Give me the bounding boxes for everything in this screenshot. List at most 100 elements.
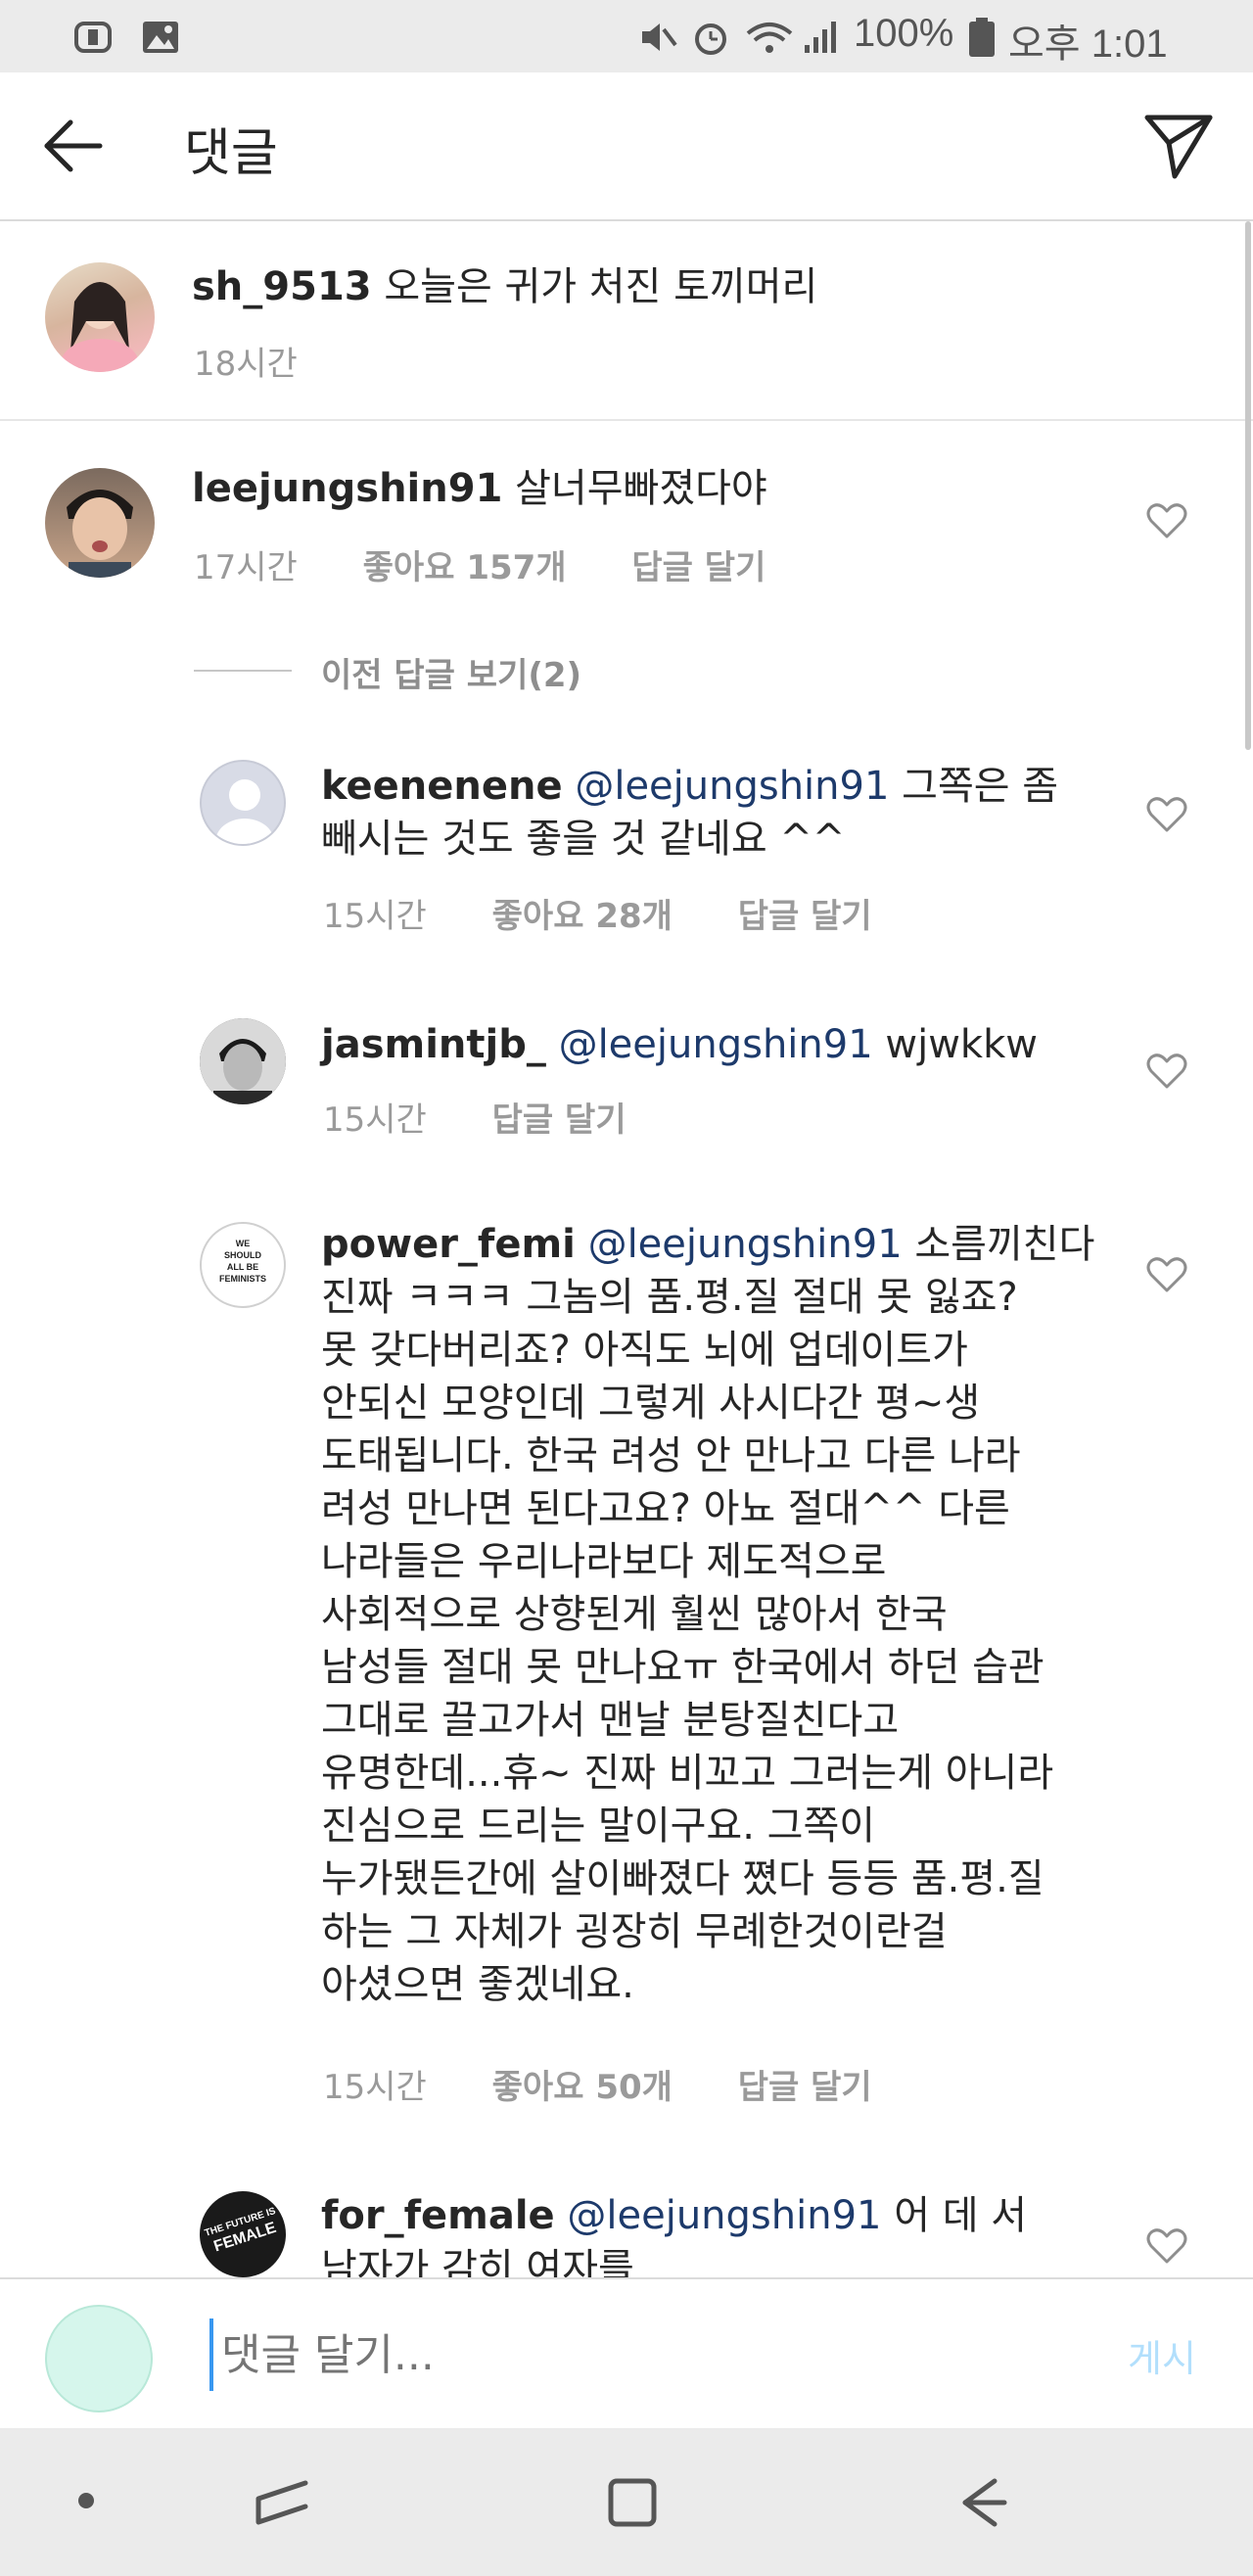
comment-time: 17시간: [194, 548, 298, 587]
dot-indicator-icon: [78, 2493, 94, 2508]
view-previous-replies[interactable]: 이전 답글 보기(2): [194, 648, 683, 697]
reply-text-line: 유명한데...휴~ 진짜 비꼬고 그러는게 아니라: [321, 1751, 1054, 1796]
caption-text-block: sh_9513 오늘은 귀가 처진 토끼머리: [192, 260, 1171, 313]
reply-text-block: jasmintjb_ @leejungshin91 wjwkkw: [321, 1018, 1124, 1071]
reply: THE FUTURE IS FEMALE for_female @leejung…: [0, 2174, 1253, 2277]
reply-text-line: 소름끼친다: [914, 1222, 1095, 1267]
heart-icon[interactable]: [1145, 793, 1188, 836]
mention-link[interactable]: @leejungshin91: [567, 2193, 881, 2238]
alarm-icon: [695, 23, 726, 55]
caption-meta: 18시간: [194, 337, 352, 385]
avatar[interactable]: [200, 1018, 286, 1104]
avatar[interactable]: [45, 468, 155, 578]
comment-meta: 17시간 좋아요 157개 답글 달기: [194, 540, 820, 588]
heart-icon[interactable]: [1145, 2225, 1188, 2268]
reply-meta: 15시간 좋아요 28개 답글 달기: [323, 889, 927, 937]
home-icon[interactable]: [605, 2475, 660, 2530]
reply-text-line: 나라들은 우리나라보다 제도적으로: [321, 1539, 887, 1584]
reply-likes[interactable]: 좋아요 50개: [492, 2068, 673, 2107]
header: 댓글: [0, 72, 1253, 221]
comment-likes[interactable]: 좋아요 157개: [363, 548, 567, 587]
caption-text: 오늘은 귀가 처진 토끼머리: [384, 264, 818, 309]
reply-text-block: for_female @leejungshin91 어 데 서 남자가 감히 여…: [321, 2189, 1134, 2277]
reply-button[interactable]: 답글 달기: [738, 897, 872, 936]
reply-username[interactable]: jasmintjb_: [321, 1022, 546, 1067]
page-title: 댓글: [184, 124, 278, 183]
mention-link[interactable]: @leejungshin91: [588, 1222, 903, 1267]
reply-text-line: 안되신 모양인데 그렇게 사시다간 평~생: [321, 1381, 981, 1426]
reply-text-line: 남성들 절대 못 만나요ㅠ 한국에서 하던 습관: [321, 1645, 1044, 1690]
reply-meta: 15시간 좋아요 50개 답글 달기: [323, 2060, 927, 2108]
direct-send-icon[interactable]: [1141, 108, 1216, 182]
avatar-photo-icon: [61, 282, 139, 372]
reply-text-line: 누가됐든간에 살이빠졌다 쪘다 등등 품.평.질: [321, 1856, 1044, 1901]
app-notification-icon: [74, 22, 112, 53]
reply-text-line: wjwkkw: [885, 1022, 1038, 1067]
caption-username[interactable]: sh_9513: [192, 264, 372, 309]
reply-likes[interactable]: 좋아요 28개: [492, 897, 673, 936]
reply-text-line: 사회적으로 상향된게 훨씬 많아서 한국: [321, 1592, 948, 1637]
reply-text-line: 도태됩니다. 한국 려성 안 만나고 다른 나라: [321, 1433, 1021, 1478]
reply-username[interactable]: for_female: [321, 2193, 555, 2238]
post-button[interactable]: 게시: [1128, 2328, 1196, 2382]
reply-time: 15시간: [323, 897, 427, 936]
reply-text-line: 그쪽은 좀: [902, 764, 1059, 809]
reply-text-line: 그대로 끌고가서 맨날 분탕질친다고: [321, 1698, 900, 1743]
wifi-icon: [746, 23, 793, 53]
reply-text-line: 아셨으면 좋겠네요.: [321, 1962, 634, 2007]
reply-button[interactable]: 답글 달기: [738, 2068, 872, 2107]
scrollbar[interactable]: [1245, 221, 1251, 750]
reply-username[interactable]: power_femi: [321, 1222, 576, 1267]
reply-text-line: 하는 그 자체가 굉장히 무례한것이란걸: [321, 1909, 948, 1954]
reply-text-line: 진심으로 드리는 말이구요. 그쪽이: [321, 1803, 876, 1849]
battery-icon: [969, 18, 995, 57]
mute-icon: [642, 23, 677, 51]
gallery-icon: [143, 22, 178, 53]
status-bar: 100% 오후 1:01: [0, 0, 1253, 72]
avatar[interactable]: WE SHOULD ALL BE FEMINISTS: [200, 1222, 286, 1308]
reply-text-line: 어 데 서: [894, 2193, 1028, 2238]
reply-text-line: 진짜 ㅋㅋㅋ 그놈의 품.평.질 절대 못 잃죠?: [321, 1275, 1018, 1320]
reply-text-line: 려성 만나면 된다고요? 아뇨 절대^^ 다른: [321, 1486, 1010, 1531]
comment-input[interactable]: [209, 2318, 1071, 2391]
reply-text-line: 빼시는 것도 좋을 것 같네요 ^^: [321, 817, 846, 862]
avatar-badge-text: WE SHOULD ALL BE FEMINISTS: [218, 1239, 266, 1284]
reply-text-line: 남자가 감히 여자를: [321, 2246, 634, 2277]
default-avatar-icon: [215, 779, 274, 844]
system-back-icon[interactable]: [955, 2475, 1010, 2530]
reply-text-block: keenenene @leejungshin91 그쪽은 좀 빼시는 것도 좋을…: [321, 760, 1104, 866]
reply-text-line: 못 갖다버리죠? 아직도 뇌에 업데이트가: [321, 1328, 968, 1373]
avatar[interactable]: [45, 262, 155, 372]
reply-username[interactable]: keenenene: [321, 764, 563, 809]
view-replies-label: 이전 답글 보기(2): [321, 656, 582, 695]
reply-time: 15시간: [323, 2068, 427, 2107]
reply-button[interactable]: 답글 달기: [492, 1101, 626, 1140]
back-arrow-icon[interactable]: [39, 112, 108, 180]
avatar-photo-icon: [67, 490, 133, 578]
reply-text-block: power_femi @leejungshin91 소름끼친다 진짜 ㅋㅋㅋ 그…: [321, 1218, 1134, 2011]
reply-meta: 15시간 답글 달기: [323, 1093, 681, 1141]
caption-time: 18시간: [194, 345, 298, 384]
heart-icon[interactable]: [1145, 1253, 1188, 1296]
signal-icon: [805, 22, 836, 53]
avatar[interactable]: [200, 760, 286, 846]
divider: [194, 670, 292, 672]
avatar-photo-icon: [200, 1018, 286, 1104]
comment-text: 살너무빠졌다야: [515, 466, 767, 511]
post-caption: sh_9513 오늘은 귀가 처진 토끼머리 18시간: [0, 221, 1253, 421]
mention-link[interactable]: @leejungshin91: [575, 764, 889, 809]
clock: 오후 1:01: [1008, 23, 1168, 66]
recent-apps-icon[interactable]: [253, 2475, 311, 2530]
comment-input-bar: 게시: [0, 2277, 1253, 2428]
my-avatar: [45, 2305, 153, 2412]
mention-link[interactable]: @leejungshin91: [559, 1022, 873, 1067]
avatar[interactable]: THE FUTURE IS FEMALE: [200, 2191, 286, 2277]
comment-text-block: leejungshin91 살너무빠졌다야: [192, 462, 1132, 515]
battery-percent: 100%: [854, 12, 954, 55]
comment-username[interactable]: leejungshin91: [192, 466, 502, 511]
system-nav-bar: [0, 2428, 1253, 2576]
heart-icon[interactable]: [1145, 1050, 1188, 1093]
reply-button[interactable]: 답글 달기: [631, 548, 766, 587]
heart-icon[interactable]: [1145, 499, 1188, 542]
reply-time: 15시간: [323, 1101, 427, 1140]
